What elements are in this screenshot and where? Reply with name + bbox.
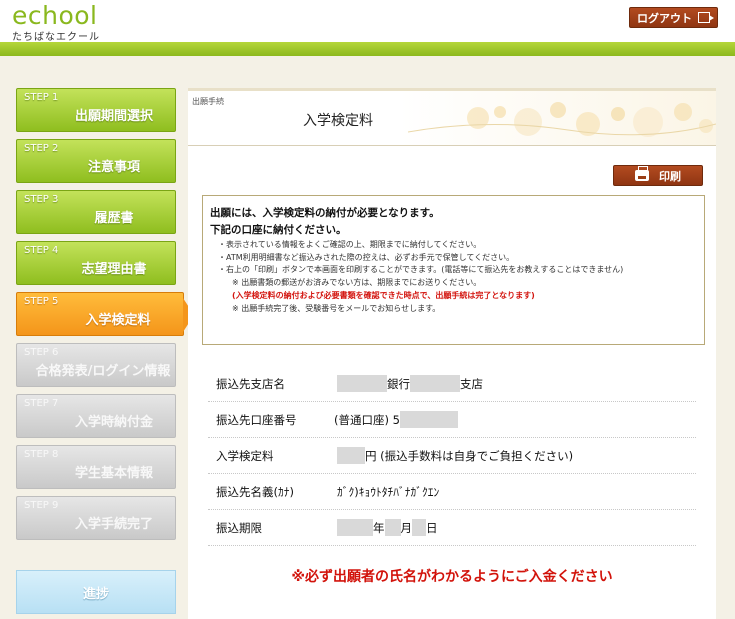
step-number: STEP 3: [24, 194, 59, 205]
progress-button[interactable]: 進捗: [16, 570, 176, 614]
notice-bullet: ・ATM利用明細書など振込みされた際の控えは、必ずお手元で保管してください。: [218, 252, 515, 262]
step-1[interactable]: STEP 1 出願期間選択: [16, 88, 176, 132]
row-exam-fee: 入学検定料 円 (振込手数料は自身でご負担ください): [208, 438, 696, 474]
step-number: STEP 7: [24, 398, 59, 409]
row-label: 振込先名義(ｶﾅ): [216, 484, 294, 499]
month-suffix: 月: [400, 520, 413, 535]
step-number: STEP 1: [24, 92, 59, 103]
notice-red-note: (入学検定料の納付および必要書類を確認できた時点で、出願手続は完了となります): [232, 291, 535, 300]
step-number: STEP 4: [24, 245, 59, 256]
step-number: STEP 8: [24, 449, 59, 460]
notice-note: ※ 出願書類の郵送がお済みでない方は、期限までにお送りください。: [232, 277, 482, 287]
row-value: ｶﾞｸ)ｷｮｳﾄﾀﾁﾊﾞﾅｶﾞｸｴﾝ: [337, 484, 440, 499]
bank-suffix: 銀行: [387, 376, 410, 391]
logout-label: ログアウト: [637, 11, 692, 25]
masked-value: [410, 375, 460, 392]
step-navigation: STEP 1 出願期間選択 STEP 2 注意事項 STEP 3 履歴書 STE…: [16, 88, 194, 547]
branch-suffix: 支店: [460, 376, 483, 391]
row-label: 入学検定料: [216, 448, 274, 463]
row-account-number: 振込先口座番号 (普通口座) 5: [208, 402, 696, 438]
row-deadline: 振込期限 年 月 日: [208, 510, 696, 546]
masked-value: [337, 447, 365, 464]
step-label: 志望理由書: [81, 262, 147, 277]
masked-value: [337, 375, 387, 392]
row-account-name: 振込先名義(ｶﾅ) ｶﾞｸ)ｷｮｳﾄﾀﾁﾊﾞﾅｶﾞｸｴﾝ: [208, 474, 696, 510]
step-label: 合格発表/ログイン情報: [35, 364, 171, 379]
step-label: 履歴書: [94, 211, 134, 226]
breadcrumb: 出願手続: [192, 97, 224, 106]
printer-icon: [635, 166, 649, 181]
masked-value: [412, 519, 426, 536]
masked-value: [399, 411, 458, 428]
title-box: 出願手続 入学検定料: [188, 88, 716, 146]
notice-box: 出願には、入学検定料の納付が必要となります。 下記の口座に納付ください。 ・表示…: [202, 195, 705, 345]
notice-note: ※ 出願手続完了後、受験番号をメールでお知らせします。: [232, 304, 441, 313]
print-label: 印刷: [659, 169, 681, 183]
step-number: STEP 2: [24, 143, 59, 154]
row-label: 振込先口座番号: [216, 412, 297, 427]
step-2[interactable]: STEP 2 注意事項: [16, 139, 176, 183]
decorative-bubbles: [408, 102, 716, 137]
year-suffix: 年: [373, 520, 385, 535]
logout-icon: [698, 12, 714, 23]
step-9: STEP 9 入学手続完了: [16, 496, 176, 540]
step-4[interactable]: STEP 4 志望理由書: [16, 241, 176, 285]
header: echool たちばなエクール ログアウト: [0, 0, 735, 43]
logo[interactable]: echool たちばなエクール: [12, 2, 100, 43]
step-6: STEP 6 合格発表/ログイン情報: [16, 343, 176, 387]
step-5-current[interactable]: STEP 5 入学検定料: [16, 292, 194, 336]
row-value: 年 月 日: [334, 519, 438, 536]
day-suffix: 日: [426, 520, 438, 535]
header-green-bar: [0, 42, 735, 56]
notice-subheading: 下記の口座に納付ください。: [210, 224, 347, 236]
step-3[interactable]: STEP 3 履歴書: [16, 190, 176, 234]
step-label: 学生基本情報: [74, 466, 153, 481]
row-value: 円 (振込手数料は自身でご負担ください): [334, 447, 573, 464]
step-number: STEP 6: [24, 347, 59, 358]
step-label: 入学検定料: [85, 313, 151, 328]
main-panel: 出願手続 入学検定料 印刷 出願には、入学検定料の納付が必要となります。 下記の…: [188, 88, 716, 619]
step-number: STEP 9: [24, 500, 59, 511]
step-label: 入学手続完了: [74, 517, 153, 532]
step-8: STEP 8 学生基本情報: [16, 445, 176, 489]
payment-warning: ※必ず出願者の氏名がわかるようにご入金ください: [291, 569, 613, 585]
step-label: 出願期間選択: [74, 109, 153, 124]
step-7: STEP 7 入学時納付金: [16, 394, 176, 438]
masked-value: [384, 519, 401, 536]
masked-value: [337, 519, 373, 536]
notice-heading: 出願には、入学検定料の納付が必要となります。: [210, 207, 440, 219]
account-type: (普通口座) 5: [334, 412, 400, 427]
progress-label: 進捗: [82, 586, 109, 602]
row-label: 振込先支店名: [216, 376, 285, 391]
row-label: 振込期限: [216, 520, 262, 535]
row-value: 銀行 支店: [334, 375, 483, 392]
print-button[interactable]: 印刷: [613, 165, 703, 186]
step-label: 注意事項: [87, 160, 140, 175]
step-number: STEP 5: [24, 296, 59, 307]
logo-main: echool: [12, 1, 98, 30]
logo-sub: たちばなエクール: [12, 32, 100, 43]
fee-suffix: 円 (振込手数料は自身でご負担ください): [365, 448, 574, 463]
row-value: (普通口座) 5: [334, 411, 458, 428]
step-label: 入学時納付金: [74, 415, 153, 430]
transfer-info-table: 振込先支店名 銀行 支店 振込先口座番号 (普通口座) 5 入学検定料 円 (振…: [208, 366, 696, 546]
logout-button[interactable]: ログアウト: [629, 7, 718, 28]
notice-bullet: ・右上の「印刷」ボタンで本画面を印刷することができます。(電話等にて振込先をお教…: [218, 265, 624, 274]
notice-bullet: ・表示されている情報をよくご確認の上、期限までに納付してください。: [218, 240, 482, 249]
row-bank-branch: 振込先支店名 銀行 支店: [208, 366, 696, 402]
